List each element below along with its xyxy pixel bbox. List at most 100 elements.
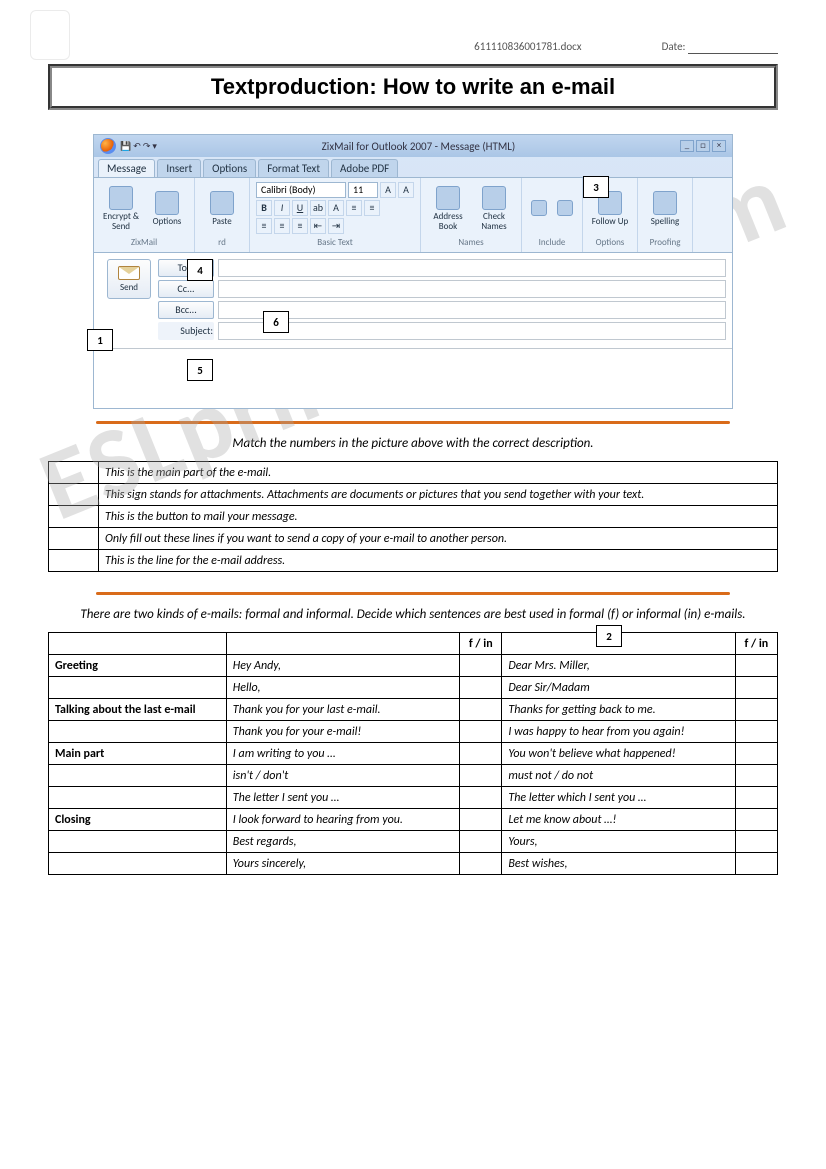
bullets-icon: ≡ [346,200,362,216]
group-basictext: Basic Text [256,237,414,248]
close-icon: × [712,140,726,152]
fi-phrase-right: must not / do not [502,765,735,787]
page-title: Textproduction: How to write an e-mail [52,74,774,100]
number-label-5: 5 [187,359,213,381]
divider [96,421,730,424]
tab-options: Options [203,159,256,177]
bold-icon: B [256,200,272,216]
align-right-icon: ≡ [292,218,308,234]
match-num-cell[interactable] [49,462,99,484]
fi-header-left: f / in [460,633,502,655]
underline-icon: U [292,200,308,216]
fi-phrase-left: Yours sincerely, [226,853,459,875]
attach-file-icon [528,182,550,236]
match-num-cell[interactable] [49,528,99,550]
fi-answer-left[interactable] [460,809,502,831]
match-num-cell[interactable] [49,484,99,506]
to-field [218,259,726,277]
check-names-button: Check Names [473,182,515,236]
match-desc-cell: This is the line for the e-mail address. [99,550,778,572]
bcc-button: Bcc... [158,301,214,319]
match-desc-cell: This is the button to mail your message. [99,506,778,528]
cc-field [218,280,726,298]
fi-answer-right[interactable] [735,677,777,699]
office-button-icon [100,138,116,154]
fi-answer-left[interactable] [460,853,502,875]
fi-phrase-right: Yours, [502,831,735,853]
match-desc-cell: Only fill out these lines if you want to… [99,528,778,550]
fontcolor-icon: A [328,200,344,216]
paste-button: Paste [201,182,243,236]
indent-inc-icon: ⇥ [328,218,344,234]
grow-font-icon: A [380,182,396,198]
number-label-6: 6 [263,311,289,333]
fi-answer-right[interactable] [735,853,777,875]
fi-section: Talking about the last e-mail [49,699,227,721]
fi-answer-left[interactable] [460,655,502,677]
match-desc-cell: This is the main part of the e-mail. [99,462,778,484]
fi-answer-left[interactable] [460,743,502,765]
fi-answer-right[interactable] [735,831,777,853]
window-title: ZixMail for Outlook 2007 - Message (HTML… [322,140,516,153]
fi-answer-left[interactable] [460,765,502,787]
group-include: Include [528,237,576,248]
match-num-cell[interactable] [49,506,99,528]
date-label: Date: [662,40,778,54]
fi-phrase-right: Thanks for getting back to me. [502,699,735,721]
fi-phrase-left: I look forward to hearing from you. [226,809,459,831]
fi-section [49,765,227,787]
fi-section [49,831,227,853]
number-label-3: 3 [583,176,609,198]
fi-answer-left[interactable] [460,699,502,721]
maximize-icon: □ [696,140,710,152]
fi-answer-right[interactable] [735,655,777,677]
divider [96,592,730,595]
group-names: Names [427,237,515,248]
subject-field [218,322,726,340]
fi-phrase-left: isn't / don't [226,765,459,787]
bcc-field [218,301,726,319]
minimize-icon: _ [680,140,694,152]
fi-answer-right[interactable] [735,787,777,809]
fi-answer-right[interactable] [735,721,777,743]
fi-phrase-left: Hey Andy, [226,655,459,677]
italic-icon: I [274,200,290,216]
filename-text: 611110836001781.docx [474,40,581,54]
fi-answer-left[interactable] [460,677,502,699]
fi-answer-right[interactable] [735,765,777,787]
indent-dec-icon: ⇤ [310,218,326,234]
fi-phrase-left: The letter I sent you … [226,787,459,809]
group-options: Options [589,237,631,248]
match-num-cell[interactable] [49,550,99,572]
font-name-box: Calibri (Body) [256,182,346,198]
align-left-icon: ≡ [256,218,272,234]
match-table: This is the main part of the e-mail.This… [48,461,778,572]
fi-answer-right[interactable] [735,809,777,831]
tab-format: Format Text [258,159,329,177]
align-center-icon: ≡ [274,218,290,234]
fi-answer-left[interactable] [460,831,502,853]
fi-answer-left[interactable] [460,787,502,809]
send-button: Send [107,259,151,299]
title-frame: Textproduction: How to write an e-mail [48,64,778,110]
group-zixmail: ZixMail [100,237,188,248]
match-desc-cell: This sign stands for attachments. Attach… [99,484,778,506]
fi-phrase-left: Best regards, [226,831,459,853]
numbering-icon: ≡ [364,200,380,216]
fi-phrase-right: Dear Mrs. Miller, [502,655,735,677]
outlook-screenshot: 💾 ↶ ↷ ▾ ZixMail for Outlook 2007 - Messa… [93,134,733,409]
fi-phrase-left: Thank you for your e-mail! [226,721,459,743]
number-label-1: 1 [87,329,113,351]
fi-answer-right[interactable] [735,743,777,765]
fi-answer-right[interactable] [735,699,777,721]
instruction-1: Match the numbers in the picture above w… [48,436,778,451]
fi-answer-left[interactable] [460,721,502,743]
cc-button: Cc... [158,280,214,298]
attach-item-icon [554,182,576,236]
fi-section [49,721,227,743]
fi-phrase-right: Let me know about …! [502,809,735,831]
fi-phrase-right: The letter which I sent you … [502,787,735,809]
tab-message: Message [98,159,155,177]
address-book-button: Address Book [427,182,469,236]
number-label-4: 4 [187,259,213,281]
